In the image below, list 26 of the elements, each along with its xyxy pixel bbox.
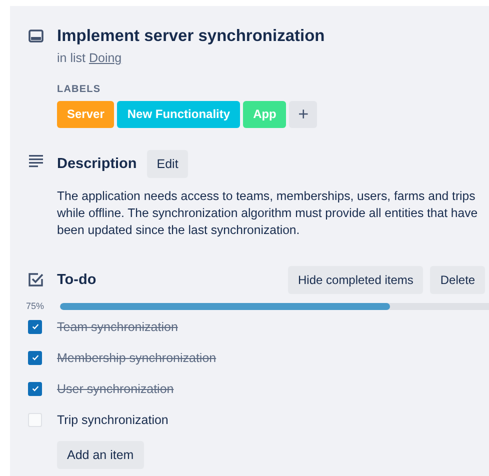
check-icon: [30, 384, 40, 393]
checklist-item: Team synchronization: [57, 320, 178, 334]
list-link[interactable]: Doing: [88, 51, 122, 65]
labels-heading: LABELS: [57, 84, 102, 95]
list-caption: in list: [57, 51, 86, 65]
description-text: The application needs access to teams, memberships, users, farms and trips while offline. The synchronization algorithm must provide all entities that have been updated since the last synchronization.: [57, 188, 479, 239]
hide-completed-button[interactable]: Hide completed items: [288, 266, 424, 294]
checkbox[interactable]: [28, 320, 42, 334]
checklist-item: User synchronization: [57, 382, 174, 396]
checklist-item: Membership synchronization: [57, 350, 216, 364]
checklist-icon: [28, 272, 44, 288]
checkbox[interactable]: [28, 382, 42, 396]
description-icon: [28, 153, 44, 169]
card-title: Implement server synchronization: [57, 26, 326, 47]
check-icon: [30, 322, 40, 331]
progress-percent: 75%: [26, 301, 46, 311]
card-icon: [28, 28, 44, 44]
delete-button[interactable]: Delete: [430, 266, 486, 294]
edit-button[interactable]: Edit: [146, 150, 188, 178]
check-icon: [30, 353, 40, 362]
add-item-button[interactable]: Add an item: [57, 441, 144, 469]
description-heading: Description: [57, 156, 137, 172]
checklist-heading: To-do: [57, 272, 96, 288]
checkbox[interactable]: [28, 350, 42, 364]
add-label-button[interactable]: +: [289, 101, 318, 128]
checklist-item: Trip synchronization: [57, 412, 168, 426]
